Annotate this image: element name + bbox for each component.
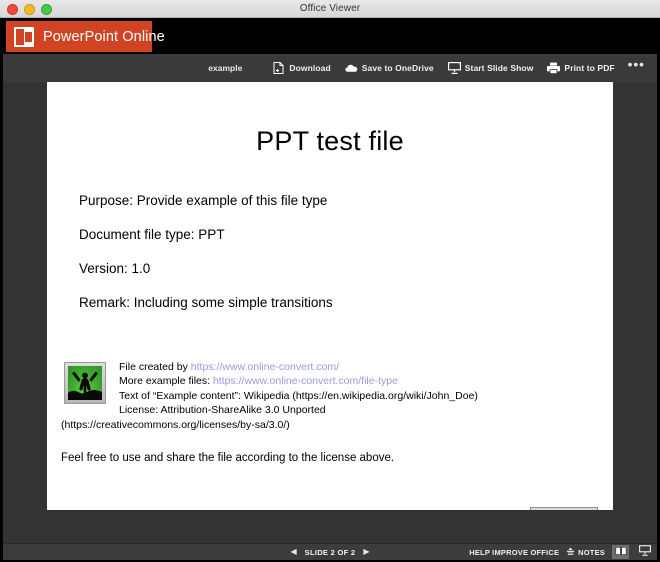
download-button[interactable]: Download: [265, 59, 337, 78]
slide-canvas[interactable]: PPT test file Purpose: Provide example o…: [47, 82, 613, 510]
next-slide-button[interactable]: ▶: [360, 548, 372, 556]
credit-created-by-prefix: File created by: [119, 361, 191, 373]
print-to-pdf-button[interactable]: Print to PDF: [540, 59, 621, 78]
credit-license-url: (https://creativecommons.org/licenses/by…: [61, 418, 290, 431]
printer-icon: [547, 62, 561, 75]
reading-view-icon: [615, 543, 627, 561]
office-viewer-window: Office Viewer PowerPoint Online example: [0, 0, 660, 562]
window-controls: [7, 4, 52, 15]
credit-text-lines: File created by https://www.online-conve…: [119, 360, 478, 418]
credit-line-example-content: Text of “Example content”: Wikipedia (ht…: [119, 389, 478, 402]
notes-icon: [566, 547, 575, 558]
green-person-silhouette-image: [64, 362, 106, 404]
slide-title: PPT test file: [256, 126, 404, 156]
slide-stage: PPT test file Purpose: Provide example o…: [3, 82, 657, 547]
start-slide-show-button[interactable]: Start Slide Show: [441, 59, 541, 78]
brand-row: PowerPoint Online: [3, 21, 657, 54]
slide-footer-text: Feel free to use and share the file acco…: [61, 452, 395, 464]
slideshow-view-icon: [638, 543, 651, 561]
download-button-label: Download: [289, 63, 331, 73]
file-name-label: example: [208, 63, 243, 73]
credit-more-files-prefix: More example files:: [119, 375, 213, 388]
credit-line-created-by: File created by https://www.online-conve…: [119, 360, 478, 374]
projector-screen-icon: [447, 62, 461, 75]
notes-button[interactable]: NOTES: [566, 547, 605, 558]
creative-commons-badge: cc BY: [530, 507, 598, 510]
slide-indicator: SLIDE 2 OF 2: [304, 547, 356, 557]
slide-navigation: ◀ SLIDE 2 OF 2 ▶: [287, 548, 372, 557]
notes-label: NOTES: [578, 547, 605, 557]
powerpoint-logo-icon: [14, 26, 34, 47]
save-to-onedrive-label: Save to OneDrive: [361, 63, 434, 73]
brand-label: PowerPoint Online: [43, 28, 165, 45]
status-bar: ◀ SLIDE 2 OF 2 ▶ HELP IMPROVE OFFICE NOT…: [3, 543, 657, 560]
command-toolbar: example Download Save to OneDrive Start …: [3, 54, 657, 82]
slideshow-view-button[interactable]: [636, 545, 653, 559]
slide-bullet-remark: Remark: Including some simple transition…: [79, 295, 333, 310]
window-titlebar: Office Viewer: [0, 0, 660, 18]
app-frame: PowerPoint Online example Download Save …: [0, 18, 660, 562]
close-window-button[interactable]: [7, 4, 18, 15]
more-options-button[interactable]: •••: [622, 58, 647, 75]
credit-line-more-files: More example files: https://www.online-c…: [119, 374, 478, 388]
reading-view-button[interactable]: [612, 545, 629, 559]
status-bar-right-group: HELP IMPROVE OFFICE NOTES: [469, 544, 653, 560]
start-slide-show-label: Start Slide Show: [464, 63, 534, 73]
help-improve-office-link[interactable]: HELP IMPROVE OFFICE: [469, 548, 559, 557]
slide-bullet-version: Version: 1.0: [79, 261, 151, 276]
credit-line-license: License: Attribution-ShareAlike 3.0 Unpo…: [119, 404, 326, 417]
maximize-window-button[interactable]: [41, 4, 52, 15]
credit-more-files-link[interactable]: https://www.online-convert.com/file-type: [213, 375, 398, 387]
slide-bullet-purpose: Purpose: Provide example of this file ty…: [79, 193, 328, 208]
powerpoint-online-brand[interactable]: PowerPoint Online: [6, 21, 165, 52]
slide-bullet-file-type: Document file type: PPT: [79, 227, 225, 242]
print-to-pdf-label: Print to PDF: [564, 63, 615, 73]
previous-slide-button[interactable]: ◀: [287, 548, 299, 556]
cloud-icon: [345, 62, 358, 75]
save-to-onedrive-button[interactable]: Save to OneDrive: [338, 59, 441, 78]
minimize-window-button[interactable]: [24, 4, 35, 15]
credit-created-by-link[interactable]: https://www.online-convert.com/: [191, 361, 339, 373]
download-file-icon: [272, 62, 285, 75]
window-title: Office Viewer: [299, 3, 361, 14]
